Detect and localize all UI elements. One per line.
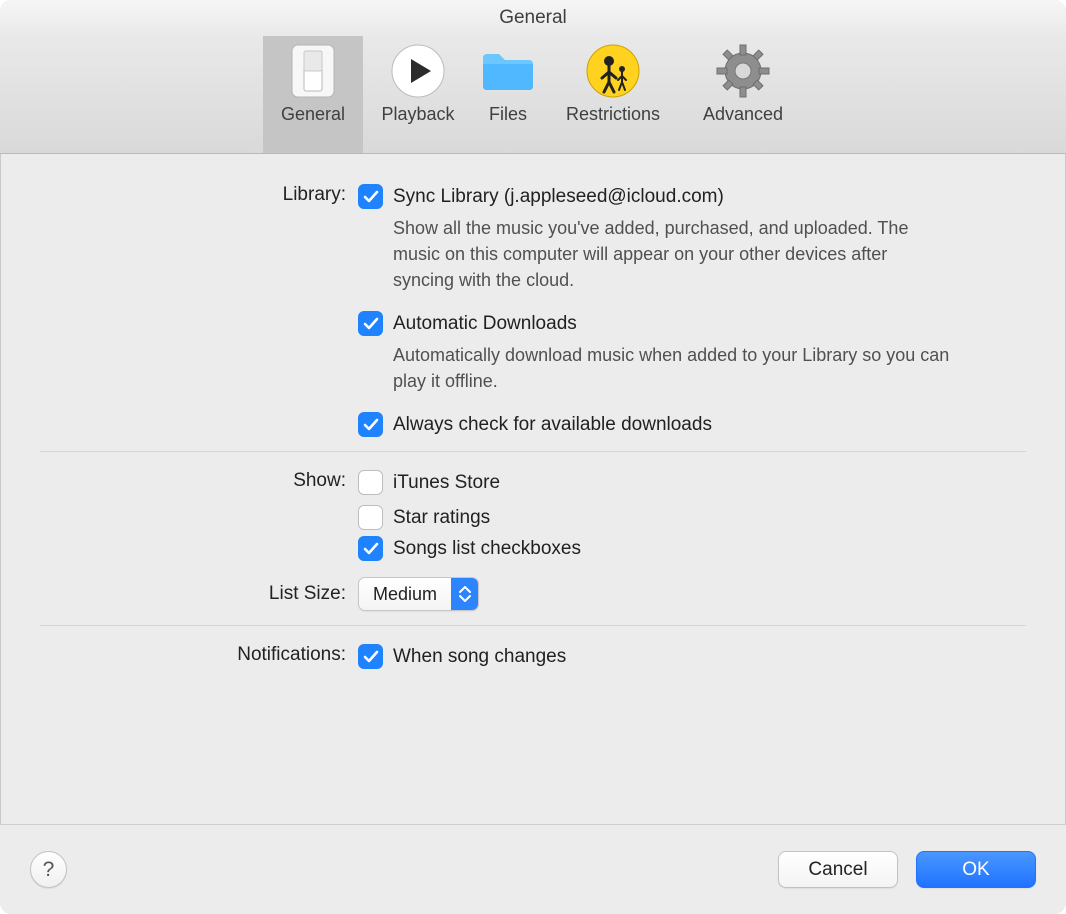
ok-button-label: OK	[962, 859, 989, 881]
always-check-downloads-label: Always check for available downloads	[393, 414, 712, 436]
switch-icon	[284, 42, 342, 100]
when-song-changes-label: When song changes	[393, 646, 566, 668]
help-icon: ?	[43, 858, 55, 882]
tab-general-label: General	[281, 104, 345, 125]
section-divider	[40, 625, 1026, 626]
window-title: General	[0, 0, 1066, 36]
always-check-downloads-checkbox[interactable]	[358, 412, 383, 437]
notifications-section-label: Notifications:	[40, 644, 358, 666]
star-ratings-checkbox[interactable]	[358, 505, 383, 530]
chevron-up-down-icon	[451, 578, 478, 610]
itunes-store-label: iTunes Store	[393, 472, 500, 494]
automatic-downloads-description: Automatically download music when added …	[393, 342, 953, 394]
itunes-store-checkbox[interactable]	[358, 470, 383, 495]
tab-advanced[interactable]: Advanced	[683, 36, 803, 153]
tab-advanced-label: Advanced	[703, 104, 783, 125]
tab-restrictions-label: Restrictions	[566, 104, 660, 125]
tab-general[interactable]: General	[263, 36, 363, 153]
help-button[interactable]: ?	[30, 851, 67, 888]
folder-icon	[479, 42, 537, 100]
section-divider	[40, 451, 1026, 452]
parental-icon	[584, 42, 642, 100]
cancel-button-label: Cancel	[808, 859, 867, 881]
star-ratings-label: Star ratings	[393, 507, 490, 529]
songs-list-checkboxes-label: Songs list checkboxes	[393, 538, 581, 560]
cancel-button[interactable]: Cancel	[778, 851, 898, 888]
gear-icon	[714, 42, 772, 100]
preferences-toolbar: General Playback Files	[0, 36, 1066, 154]
show-section-label: Show:	[40, 470, 358, 492]
tab-playback[interactable]: Playback	[363, 36, 473, 153]
sync-library-label: Sync Library (j.appleseed@icloud.com)	[393, 186, 724, 208]
sync-library-description: Show all the music you've added, purchas…	[393, 215, 953, 293]
preferences-window: General General Playback	[0, 0, 1066, 914]
tab-files-label: Files	[489, 104, 527, 125]
ok-button[interactable]: OK	[916, 851, 1036, 888]
tab-playback-label: Playback	[381, 104, 454, 125]
library-section-label: Library:	[40, 184, 358, 206]
songs-list-checkboxes-checkbox[interactable]	[358, 536, 383, 561]
automatic-downloads-label: Automatic Downloads	[393, 313, 577, 335]
automatic-downloads-checkbox[interactable]	[358, 311, 383, 336]
play-icon	[389, 42, 447, 100]
tab-restrictions[interactable]: Restrictions	[543, 36, 683, 153]
content-area: Library: Sync Library (j.appleseed@iclou…	[0, 154, 1066, 824]
window-title-text: General	[499, 7, 567, 29]
list-size-value: Medium	[359, 584, 451, 605]
list-size-label: List Size:	[40, 583, 358, 605]
list-size-select[interactable]: Medium	[358, 577, 479, 611]
tab-files[interactable]: Files	[473, 36, 543, 153]
sync-library-checkbox[interactable]	[358, 184, 383, 209]
when-song-changes-checkbox[interactable]	[358, 644, 383, 669]
dialog-footer: ? Cancel OK	[0, 824, 1066, 914]
